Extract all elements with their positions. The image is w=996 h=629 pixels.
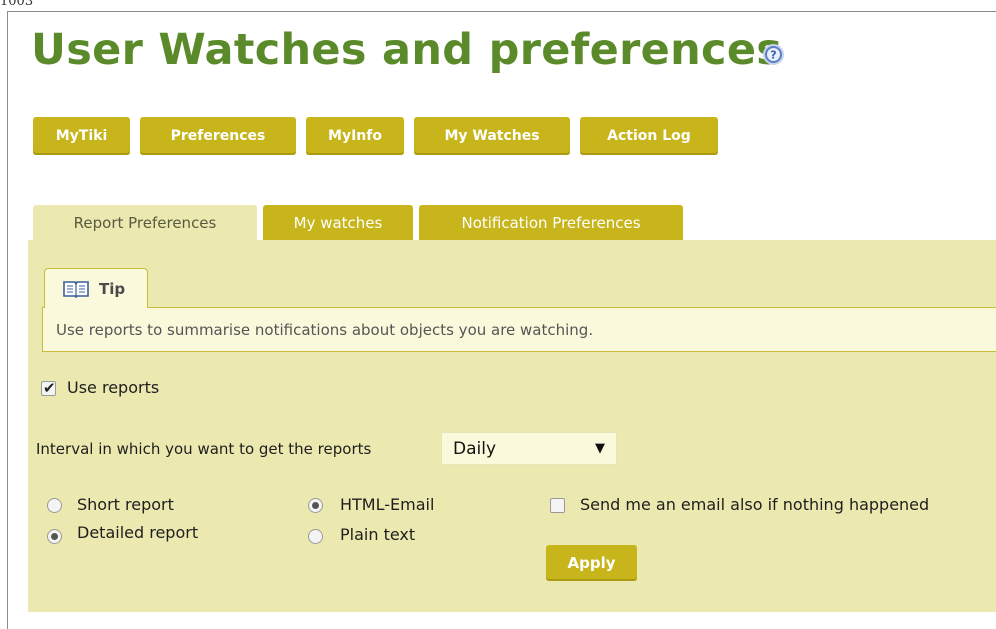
top-crumb-text: 1003 — [0, 0, 34, 9]
detailed-report-radio[interactable] — [47, 529, 62, 544]
send-always-label: Send me an email also if nothing happene… — [580, 495, 930, 514]
tab-notification-preferences[interactable]: Notification Preferences — [419, 205, 683, 241]
tab-my-watches[interactable]: My watches — [263, 205, 413, 241]
nav-preferences-button[interactable]: Preferences — [140, 117, 296, 155]
tip-label: Tip — [99, 280, 126, 298]
tip-box: Use reports to summarise notifications a… — [42, 307, 996, 352]
interval-selected-value: Daily — [453, 439, 497, 459]
checkmark-icon: ✔ — [43, 379, 56, 397]
plain-text-radio[interactable] — [308, 529, 323, 544]
interval-label: Interval in which you want to get the re… — [36, 440, 372, 458]
short-report-radio[interactable] — [47, 498, 62, 513]
plain-text-label: Plain text — [340, 525, 416, 544]
radio-selected-dot — [312, 502, 319, 509]
radio-selected-dot — [51, 533, 58, 540]
apply-button[interactable]: Apply — [546, 545, 637, 581]
send-always-checkbox[interactable] — [550, 498, 565, 513]
page-title: User Watches and preferences — [31, 25, 783, 75]
tab-report-preferences[interactable]: Report Preferences — [33, 205, 257, 241]
html-email-label: HTML-Email — [340, 495, 435, 514]
nav-myinfo-button[interactable]: MyInfo — [306, 117, 404, 155]
tip-header: Tip — [44, 268, 148, 308]
svg-text:?: ? — [770, 49, 776, 62]
book-icon — [63, 281, 89, 298]
page-border-top — [7, 11, 996, 12]
nav-actionlog-button[interactable]: Action Log — [580, 117, 718, 155]
tip-text: Use reports to summarise notifications a… — [56, 321, 594, 339]
dropdown-arrow-icon: ▼ — [595, 441, 605, 456]
report-preferences-panel — [28, 240, 996, 612]
use-reports-label: Use reports — [67, 378, 160, 397]
use-reports-checkbox[interactable]: ✔ — [41, 379, 56, 397]
html-email-radio[interactable] — [308, 498, 323, 513]
detailed-report-label: Detailed report — [77, 523, 199, 542]
short-report-label: Short report — [77, 495, 174, 514]
help-icon[interactable]: ? — [763, 44, 784, 65]
interval-select[interactable]: Daily ▼ — [441, 432, 617, 465]
nav-mytiki-button[interactable]: MyTiki — [33, 117, 130, 155]
nav-mywatches-button[interactable]: My Watches — [414, 117, 570, 155]
page-border-left — [7, 11, 8, 629]
